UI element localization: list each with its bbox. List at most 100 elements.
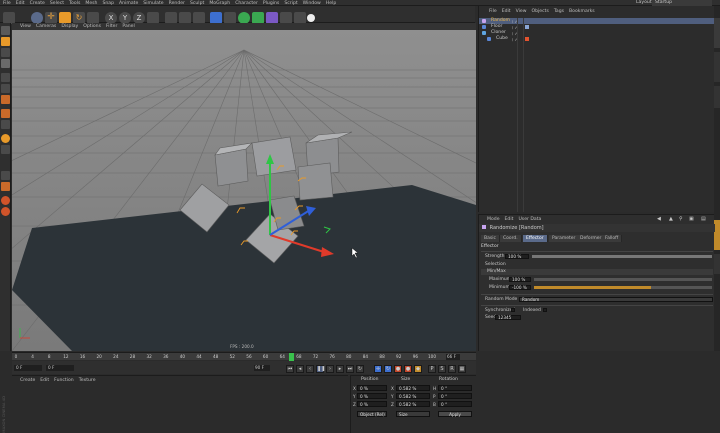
viewport-menu-view[interactable]: View	[20, 23, 31, 30]
material-tag-icon[interactable]	[525, 25, 529, 29]
autokey-button[interactable]: ●	[404, 365, 412, 373]
move-key-button[interactable]: ✛	[374, 365, 382, 373]
param-key-button[interactable]: ▦	[458, 365, 466, 373]
am-menu-user-data[interactable]: User Data	[518, 216, 541, 223]
minimum-input[interactable]: -100 %	[509, 285, 531, 290]
viewport-menu-panel[interactable]: Panel	[122, 23, 134, 30]
next-key-button[interactable]: ▸	[336, 365, 344, 373]
om-menu-edit[interactable]: Edit	[502, 8, 511, 15]
go-to-start-button[interactable]: ⏮	[286, 365, 294, 373]
am-menu-mode[interactable]: Mode	[487, 216, 500, 223]
solo-icon[interactable]	[1, 171, 10, 180]
prev-frame-button[interactable]: ‹	[306, 365, 314, 373]
tweak-mode-icon[interactable]	[1, 120, 10, 129]
phong-tag-icon[interactable]	[525, 37, 529, 41]
size-y-input[interactable]: 0.582 %	[396, 393, 430, 399]
mm-menu-function[interactable]: Function	[54, 377, 74, 384]
mm-menu-texture[interactable]: Texture	[79, 377, 96, 384]
record-active-button[interactable]: ●	[394, 365, 402, 373]
viewport[interactable]: Perspective	[12, 30, 476, 351]
minmax-header[interactable]: Min/Max	[481, 269, 713, 275]
tab-effector[interactable]: Effector	[523, 235, 548, 242]
tab-parameter[interactable]: Parameter	[549, 235, 580, 242]
mm-menu-edit[interactable]: Edit	[40, 377, 49, 384]
points-mode-icon[interactable]	[1, 73, 10, 82]
model-mode-icon[interactable]	[1, 37, 10, 46]
side-tab-structure[interactable]	[714, 86, 720, 108]
position-x-input[interactable]: 0 %	[357, 385, 387, 391]
up-arrow-icon[interactable]: ▲	[669, 216, 673, 223]
current-frame-field[interactable]: 0 F	[46, 365, 74, 371]
keyframe-icon[interactable]	[1, 207, 10, 216]
synchronized-checkbox[interactable]	[511, 308, 515, 312]
make-editable-icon[interactable]	[1, 26, 10, 35]
position-y-input[interactable]: 0 %	[357, 393, 387, 399]
texture-mode-icon[interactable]	[1, 48, 10, 57]
strength-slider[interactable]	[532, 255, 712, 258]
go-to-end-button[interactable]: ⏭	[346, 365, 354, 373]
sculpt-icon[interactable]	[1, 182, 10, 191]
polygons-mode-icon[interactable]	[1, 95, 10, 104]
om-menu-objects[interactable]: Objects	[532, 8, 549, 15]
rotate-key-button[interactable]: ↻	[384, 365, 392, 373]
rotation-b-input[interactable]: 0 °	[438, 401, 472, 407]
next-frame-button[interactable]: ›	[326, 365, 334, 373]
loop-button[interactable]: ↻	[356, 365, 364, 373]
mm-menu-create[interactable]: Create	[20, 377, 35, 384]
maximum-input[interactable]: 100 %	[509, 277, 531, 282]
side-tab-content-browser[interactable]	[714, 52, 720, 82]
minimum-slider[interactable]	[534, 286, 712, 289]
om-menu-bookmarks[interactable]: Bookmarks	[569, 8, 595, 15]
edges-mode-icon[interactable]	[1, 84, 10, 93]
side-tab-layers[interactable]	[714, 254, 720, 274]
position-z-input[interactable]: 0 %	[357, 401, 387, 407]
om-menu-view[interactable]: View	[516, 8, 527, 15]
tab-falloff[interactable]: Falloff	[602, 235, 623, 242]
axis-mode-icon[interactable]	[1, 109, 10, 118]
tab-basic[interactable]: Basic	[481, 235, 500, 242]
record-icon[interactable]	[1, 196, 10, 205]
timeline-playhead[interactable]	[288, 353, 294, 361]
side-tab-objects[interactable]	[714, 18, 720, 48]
end-frame-field[interactable]: 90 F	[254, 365, 270, 371]
lock-workplane-icon[interactable]	[1, 145, 10, 154]
new-window-icon[interactable]: ▤	[701, 216, 706, 223]
scale-key-button[interactable]: S	[438, 365, 446, 373]
viewport-menu-options[interactable]: Options	[83, 23, 101, 30]
start-frame-field[interactable]: 0 F	[14, 365, 42, 371]
viewport-menu-display[interactable]: Display	[61, 23, 78, 30]
snapping-icon[interactable]	[1, 134, 10, 143]
rotation-h-input[interactable]: 0 °	[438, 385, 472, 391]
pause-button[interactable]: ❚❚	[316, 365, 325, 373]
viewport-menu-filter[interactable]: Filter	[106, 23, 117, 30]
coordinate-mode-dropdown[interactable]: Object (Rel)	[357, 411, 387, 417]
seed-input[interactable]: 12345	[495, 315, 521, 320]
om-menu-tags[interactable]: Tags	[554, 8, 564, 15]
strength-input[interactable]: 100 %	[505, 254, 529, 259]
apply-button[interactable]: Apply	[438, 411, 472, 417]
axis-label: Y	[353, 394, 356, 399]
om-menu-file[interactable]: File	[489, 8, 497, 15]
prev-key-button[interactable]: ◂	[296, 365, 304, 373]
rotation-key-button[interactable]: R	[448, 365, 456, 373]
am-menu-edit[interactable]: Edit	[505, 216, 514, 223]
random-mode-dropdown[interactable]: Random	[519, 297, 713, 302]
workplane-icon[interactable]	[1, 59, 10, 68]
size-mode-dropdown[interactable]: Size	[396, 411, 430, 417]
object-row-cube[interactable]: Cube ⁝ ✓	[479, 36, 715, 42]
timeline-tick-label: 96	[412, 354, 419, 359]
keyframe-selection-button[interactable]: ◆	[414, 365, 422, 373]
size-z-input[interactable]: 0.582 %	[396, 401, 430, 407]
rotation-p-input[interactable]: 0 °	[438, 393, 472, 399]
size-x-input[interactable]: 0.582 %	[396, 385, 430, 391]
maximum-slider[interactable]	[534, 278, 712, 281]
timeline[interactable]: 0 4 8 12 16 20 24 28 32 36 40 44 48 52 56 60 64 68 72 76 80 8…	[12, 352, 476, 361]
indexed-checkbox[interactable]	[543, 308, 547, 312]
axis-label: Y	[391, 394, 394, 399]
tab-coord[interactable]: Coord.	[500, 235, 522, 242]
lock-icon[interactable]: ▣	[689, 216, 694, 223]
position-key-button[interactable]: P	[428, 365, 436, 373]
back-arrow-icon[interactable]: ◀	[657, 216, 661, 223]
search-icon[interactable]: ⚲	[679, 216, 683, 223]
viewport-menu-cameras[interactable]: Cameras	[36, 23, 56, 30]
